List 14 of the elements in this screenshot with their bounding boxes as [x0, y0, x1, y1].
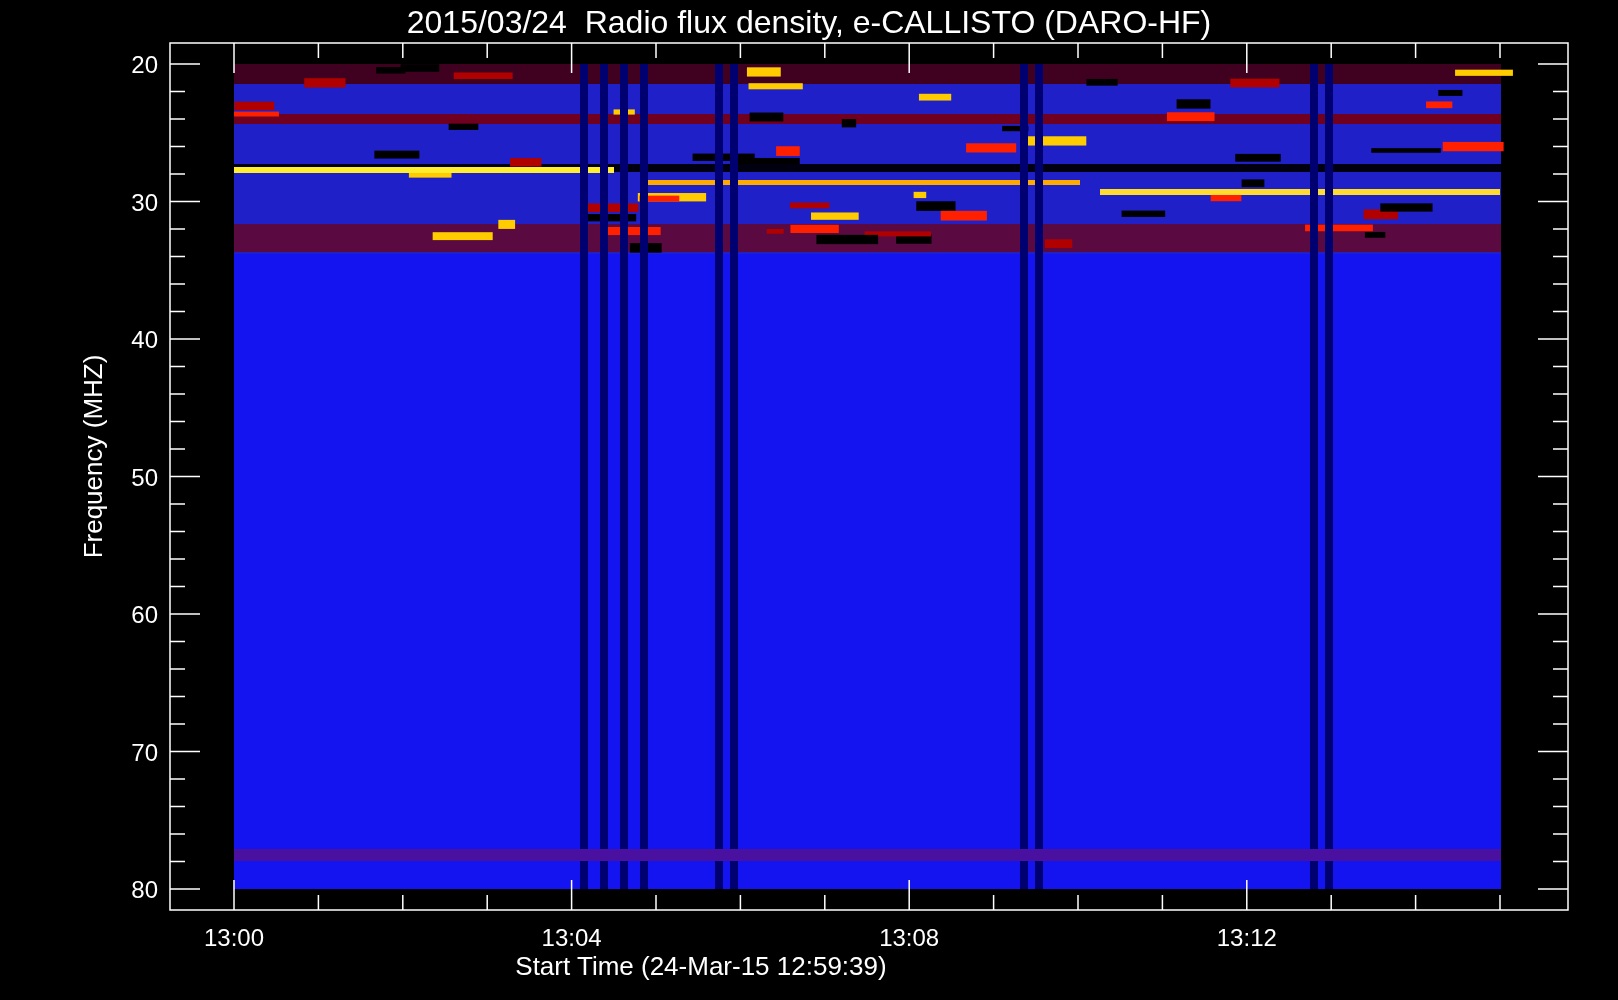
x-tick-label: 13:00 [203, 924, 265, 951]
y-tick-label: 60 [131, 601, 158, 628]
y-tick-label: 40 [131, 326, 158, 353]
x-tick-label: 13:04 [541, 924, 602, 951]
y-tick-label: 20 [131, 51, 158, 78]
y-tick-label: 50 [131, 463, 158, 491]
y-tick-label: 30 [131, 188, 158, 216]
x-tick-label: 13:08 [879, 924, 940, 951]
y-axis-label: Frequency (MHZ) [78, 354, 108, 559]
x-tick-label: 13:12 [1216, 924, 1277, 951]
x-axis-label: Start Time (24-Mar-15 12:59:39) [515, 951, 887, 981]
y-tick-label: 70 [131, 738, 158, 766]
y-tick-label: 80 [131, 876, 158, 903]
chart-title: 2015/03/24 Radio flux density, e-CALLISTO (DARO-HF) [406, 4, 1212, 40]
